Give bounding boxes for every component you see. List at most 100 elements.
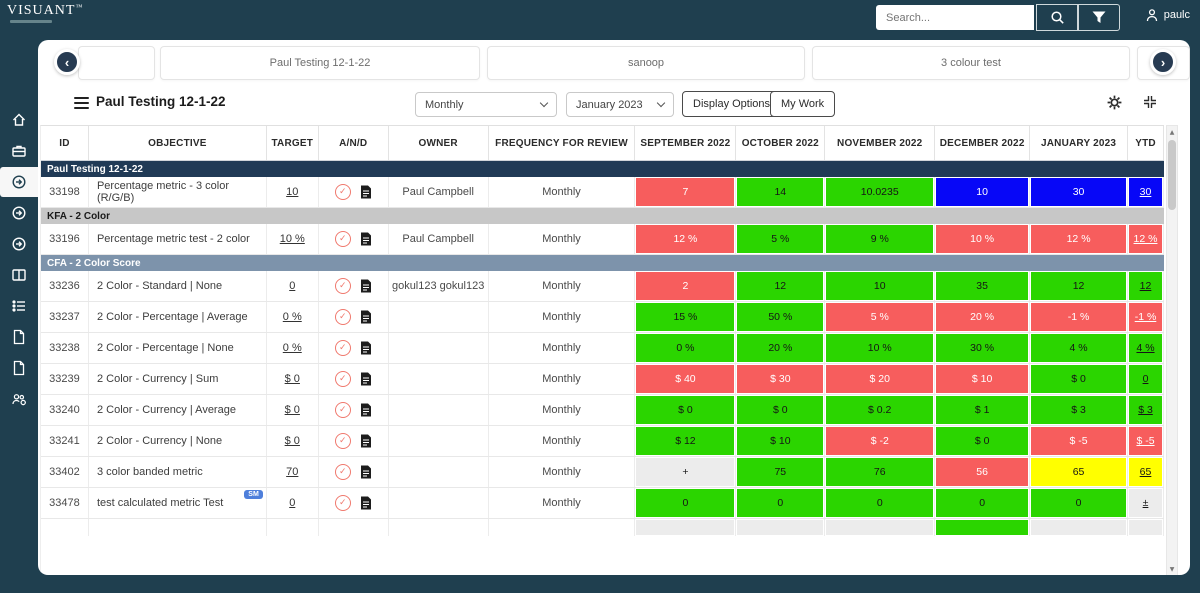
metric-cell[interactable]: 35 (935, 271, 1031, 301)
ytd-cell[interactable]: 12 % (1128, 224, 1164, 254)
metric-cell[interactable]: 0 (635, 488, 737, 518)
target-link[interactable]: $ 0 (285, 435, 300, 447)
metric-cell[interactable]: 5 % (736, 224, 826, 254)
note-document-icon[interactable] (360, 279, 372, 293)
sidebar-item-reports[interactable] (0, 322, 38, 352)
ytd-cell[interactable]: 65 (1128, 457, 1164, 487)
metric-cell[interactable]: 15 % (635, 302, 737, 332)
column-header[interactable]: JANUARY 2023 (1030, 126, 1129, 160)
target-link[interactable]: 0 (289, 497, 295, 509)
metric-cell[interactable]: 30 % (935, 333, 1031, 363)
metric-cell[interactable] (1030, 519, 1129, 536)
metric-cell[interactable]: $ 40 (635, 364, 737, 394)
ytd-cell[interactable]: $ 3 (1128, 395, 1164, 425)
search-input[interactable] (876, 5, 1034, 30)
target-link[interactable]: 0 (289, 280, 295, 292)
metric-cell[interactable]: 2 (635, 271, 737, 301)
metric-cell[interactable]: 0 (1030, 488, 1129, 518)
target-link[interactable]: 0 % (283, 342, 302, 354)
column-header[interactable]: OBJECTIVE (89, 126, 267, 160)
ytd-cell[interactable]: -1 % (1128, 302, 1164, 332)
annotation-check-icon[interactable]: ✓ (334, 371, 351, 387)
target-link[interactable]: 10 % (280, 233, 305, 245)
metric-cell[interactable]: $ 10 (935, 364, 1031, 394)
metric-cell[interactable]: 76 (825, 457, 936, 487)
metric-cell[interactable]: $ 0 (736, 395, 826, 425)
sidebar-item-tasks[interactable] (0, 291, 38, 321)
settings-gear-icon[interactable] (1106, 94, 1123, 111)
metric-cell[interactable]: + (635, 457, 737, 487)
column-header[interactable]: YTD (1128, 126, 1164, 160)
column-header[interactable]: OWNER (389, 126, 489, 160)
annotation-check-icon[interactable]: ✓ (334, 309, 351, 325)
menu-icon[interactable] (74, 97, 89, 109)
ytd-cell[interactable]: ± (1128, 488, 1164, 518)
target-link[interactable]: 70 (286, 466, 298, 478)
metric-cell[interactable]: 56 (935, 457, 1031, 487)
column-header[interactable]: OCTOBER 2022 (736, 126, 826, 160)
metric-cell[interactable]: $ -2 (825, 426, 936, 456)
metric-cell[interactable]: 20 % (736, 333, 826, 363)
target-link[interactable]: 0 % (283, 311, 302, 323)
sidebar-item-scoreboard-active[interactable] (0, 167, 38, 197)
annotation-check-icon[interactable]: ✓ (334, 278, 351, 294)
metric-cell[interactable]: 75 (736, 457, 826, 487)
metric-cell[interactable]: $ 0.2 (825, 395, 936, 425)
metric-cell[interactable]: 12 (1030, 271, 1129, 301)
table-scrollbar[interactable]: ▲ ▼ (1166, 125, 1178, 575)
note-document-icon[interactable] (360, 465, 372, 479)
note-document-icon[interactable] (360, 496, 372, 510)
metric-cell[interactable]: 12 % (635, 224, 737, 254)
metric-cell[interactable]: $ 12 (635, 426, 737, 456)
metric-cell[interactable]: 10 (935, 177, 1031, 207)
my-work-button[interactable]: My Work (770, 91, 836, 117)
note-document-icon[interactable] (360, 341, 372, 355)
metric-cell[interactable]: 12 % (1030, 224, 1129, 254)
annotation-check-icon[interactable]: ✓ (334, 231, 351, 247)
metric-cell[interactable]: 50 % (736, 302, 826, 332)
metric-cell[interactable]: 30 (1030, 177, 1129, 207)
metric-cell[interactable]: 0 (736, 488, 826, 518)
sidebar-item-admin[interactable] (0, 384, 38, 414)
metric-cell[interactable]: $ 0 (935, 426, 1031, 456)
tabs-scroll-right-button[interactable]: › (1150, 49, 1176, 75)
scrollbar-thumb[interactable] (1168, 140, 1176, 210)
column-header[interactable]: TARGET (267, 126, 319, 160)
ytd-cell[interactable]: 4 % (1128, 333, 1164, 363)
metric-cell[interactable]: $ 10 (736, 426, 826, 456)
annotation-check-icon[interactable]: ✓ (334, 402, 351, 418)
column-header[interactable]: ID (41, 126, 89, 160)
tab-partial-left[interactable] (78, 46, 155, 80)
annotation-check-icon[interactable]: ✓ (334, 433, 351, 449)
metric-cell[interactable]: 0 (825, 488, 936, 518)
tab-3-colour-test[interactable]: 3 colour test (812, 46, 1130, 80)
scroll-down-arrow[interactable]: ▼ (1167, 563, 1177, 575)
target-link[interactable]: $ 0 (285, 373, 300, 385)
user-menu[interactable]: paulc (1145, 8, 1190, 22)
ytd-cell[interactable]: 0 (1128, 364, 1164, 394)
metric-cell[interactable]: $ 0 (635, 395, 737, 425)
metric-cell[interactable]: 0 % (635, 333, 737, 363)
metric-cell[interactable]: 4 % (1030, 333, 1129, 363)
sidebar-item-goals[interactable] (0, 198, 38, 228)
metric-cell[interactable]: 10.0235 (825, 177, 936, 207)
metric-cell[interactable]: 0 (935, 488, 1031, 518)
sidebar-item-workspace[interactable] (0, 136, 38, 166)
display-options-button[interactable]: Display Options (682, 91, 782, 117)
metric-cell[interactable]: 9 % (825, 224, 936, 254)
metric-cell[interactable]: 10 % (825, 333, 936, 363)
search-button[interactable] (1036, 4, 1078, 31)
note-document-icon[interactable] (360, 310, 372, 324)
metric-cell[interactable]: $ -5 (1030, 426, 1129, 456)
metric-cell[interactable]: 12 (736, 271, 826, 301)
sidebar-item-home[interactable] (0, 105, 38, 135)
sidebar-item-actions[interactable] (0, 229, 38, 259)
annotation-check-icon[interactable]: ✓ (334, 495, 351, 511)
tab-paul-testing[interactable]: Paul Testing 12-1-22 (160, 46, 480, 80)
column-header[interactable]: SEPTEMBER 2022 (635, 126, 737, 160)
filter-button[interactable] (1078, 4, 1120, 31)
ytd-cell[interactable]: 12 (1128, 271, 1164, 301)
column-header[interactable]: DECEMBER 2022 (935, 126, 1031, 160)
metric-cell[interactable]: 10 % (935, 224, 1031, 254)
frequency-select[interactable]: Monthly (415, 92, 557, 117)
